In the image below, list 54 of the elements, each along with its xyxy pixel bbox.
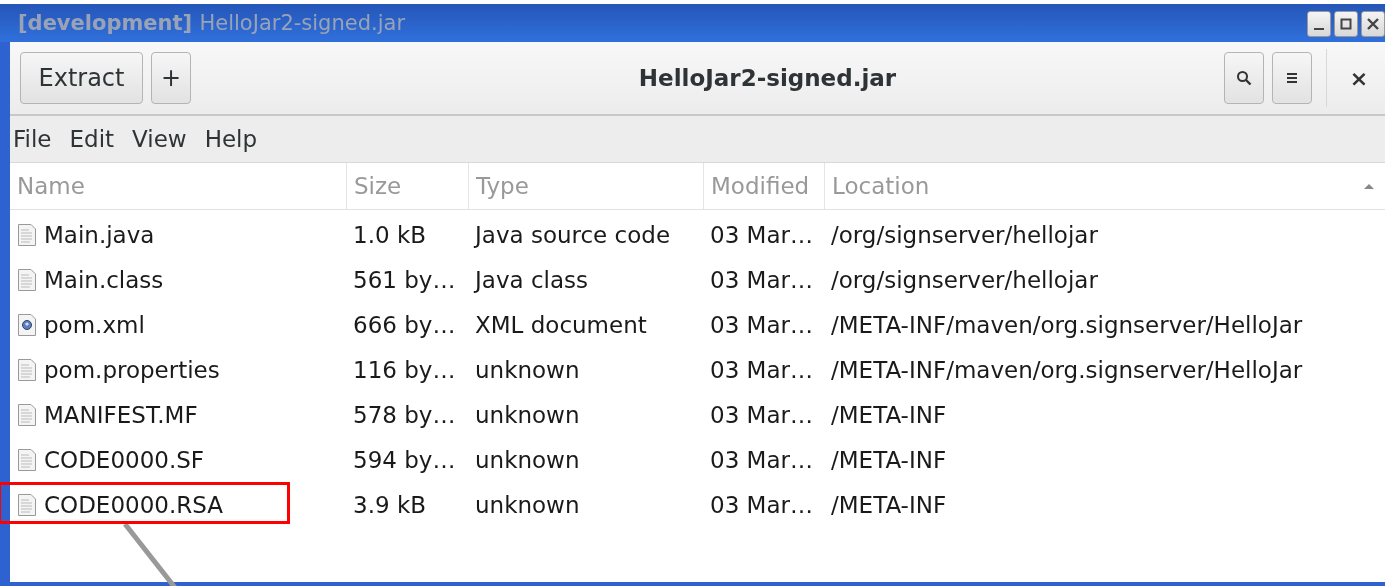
table-cell-text: /META-INF bbox=[830, 490, 948, 520]
table-cell-text: 666 by… bbox=[352, 310, 457, 340]
file-name: CODE0000.SF bbox=[44, 446, 205, 473]
table-cell-text: unknown bbox=[474, 445, 581, 475]
close-button[interactable]: × bbox=[1341, 65, 1377, 91]
table-cell-text: /META-INF/maven/org.signserver/HelloJar bbox=[830, 355, 1304, 385]
file-name: Main.class bbox=[44, 266, 164, 293]
table-cell-text: 03 Mar… bbox=[709, 355, 814, 385]
table-cell-text: 03 Mar… bbox=[709, 265, 814, 295]
file-name: CODE0000.RSA bbox=[44, 491, 223, 518]
table-cell-text: 03 Mar… bbox=[709, 490, 814, 520]
table-cell-text: 03 Mar… bbox=[709, 310, 814, 340]
close-icon bbox=[1366, 17, 1380, 31]
search-button[interactable] bbox=[1224, 52, 1264, 104]
table-cell-text: /META-INF bbox=[830, 445, 948, 475]
maximize-icon bbox=[1339, 17, 1353, 31]
file-name: pom.properties bbox=[44, 356, 220, 383]
table-cell-text: 03 Mar… bbox=[709, 400, 814, 430]
menu-item[interactable]: View bbox=[132, 126, 187, 152]
table-cell-text: unknown bbox=[474, 400, 581, 430]
table-cell-text: 03 Mar… bbox=[709, 220, 814, 250]
file-name: pom.xml bbox=[44, 311, 145, 338]
table-cell-text: /org/signserver/hellojar bbox=[830, 220, 1099, 250]
table-cell-text: 3.9 kB bbox=[352, 490, 427, 520]
minimize-icon bbox=[1314, 28, 1324, 30]
table-cell-text: unknown bbox=[474, 490, 581, 520]
menu-item[interactable]: Help bbox=[204, 126, 258, 152]
menu-icon bbox=[1284, 70, 1300, 86]
table-cell-text: 594 by… bbox=[352, 445, 457, 475]
table-cell-text: 116 by… bbox=[352, 355, 457, 385]
table-cell-text: /META-INF/maven/org.signserver/HelloJar bbox=[830, 310, 1304, 340]
file-name: MANIFEST.MF bbox=[44, 401, 198, 428]
add-button[interactable]: + bbox=[151, 52, 191, 104]
table-cell-text: Java source code bbox=[472, 220, 672, 250]
table-cell-text: 1.0 kB bbox=[352, 220, 427, 250]
menu-item[interactable]: Edit bbox=[69, 126, 115, 152]
file-name: Main.java bbox=[44, 221, 155, 248]
table-cell-text: unknown bbox=[474, 355, 581, 385]
table-cell-text: /META-INF bbox=[830, 400, 948, 430]
table-cell-text: Java class bbox=[472, 265, 589, 295]
extract-button[interactable]: Extract bbox=[20, 52, 143, 104]
archive-title: HelloJar2-signed.jar bbox=[638, 65, 897, 91]
maximize-button[interactable] bbox=[1334, 11, 1358, 37]
close-button[interactable] bbox=[1361, 11, 1385, 37]
menu-item[interactable]: File bbox=[13, 126, 52, 152]
table-cell-text: XML document bbox=[474, 310, 648, 340]
search-icon bbox=[1236, 70, 1252, 86]
menu-button[interactable] bbox=[1272, 52, 1312, 104]
table-cell-text: 03 Mar… bbox=[709, 445, 814, 475]
table-cell-text: 561 by… bbox=[352, 265, 457, 295]
window-title: [development] HelloJar2-signed.jar bbox=[18, 11, 406, 35]
minimize-button[interactable] bbox=[1307, 11, 1331, 37]
table-cell-text: 578 by… bbox=[352, 400, 457, 430]
table-cell-text: /org/signserver/hellojar bbox=[830, 265, 1099, 295]
